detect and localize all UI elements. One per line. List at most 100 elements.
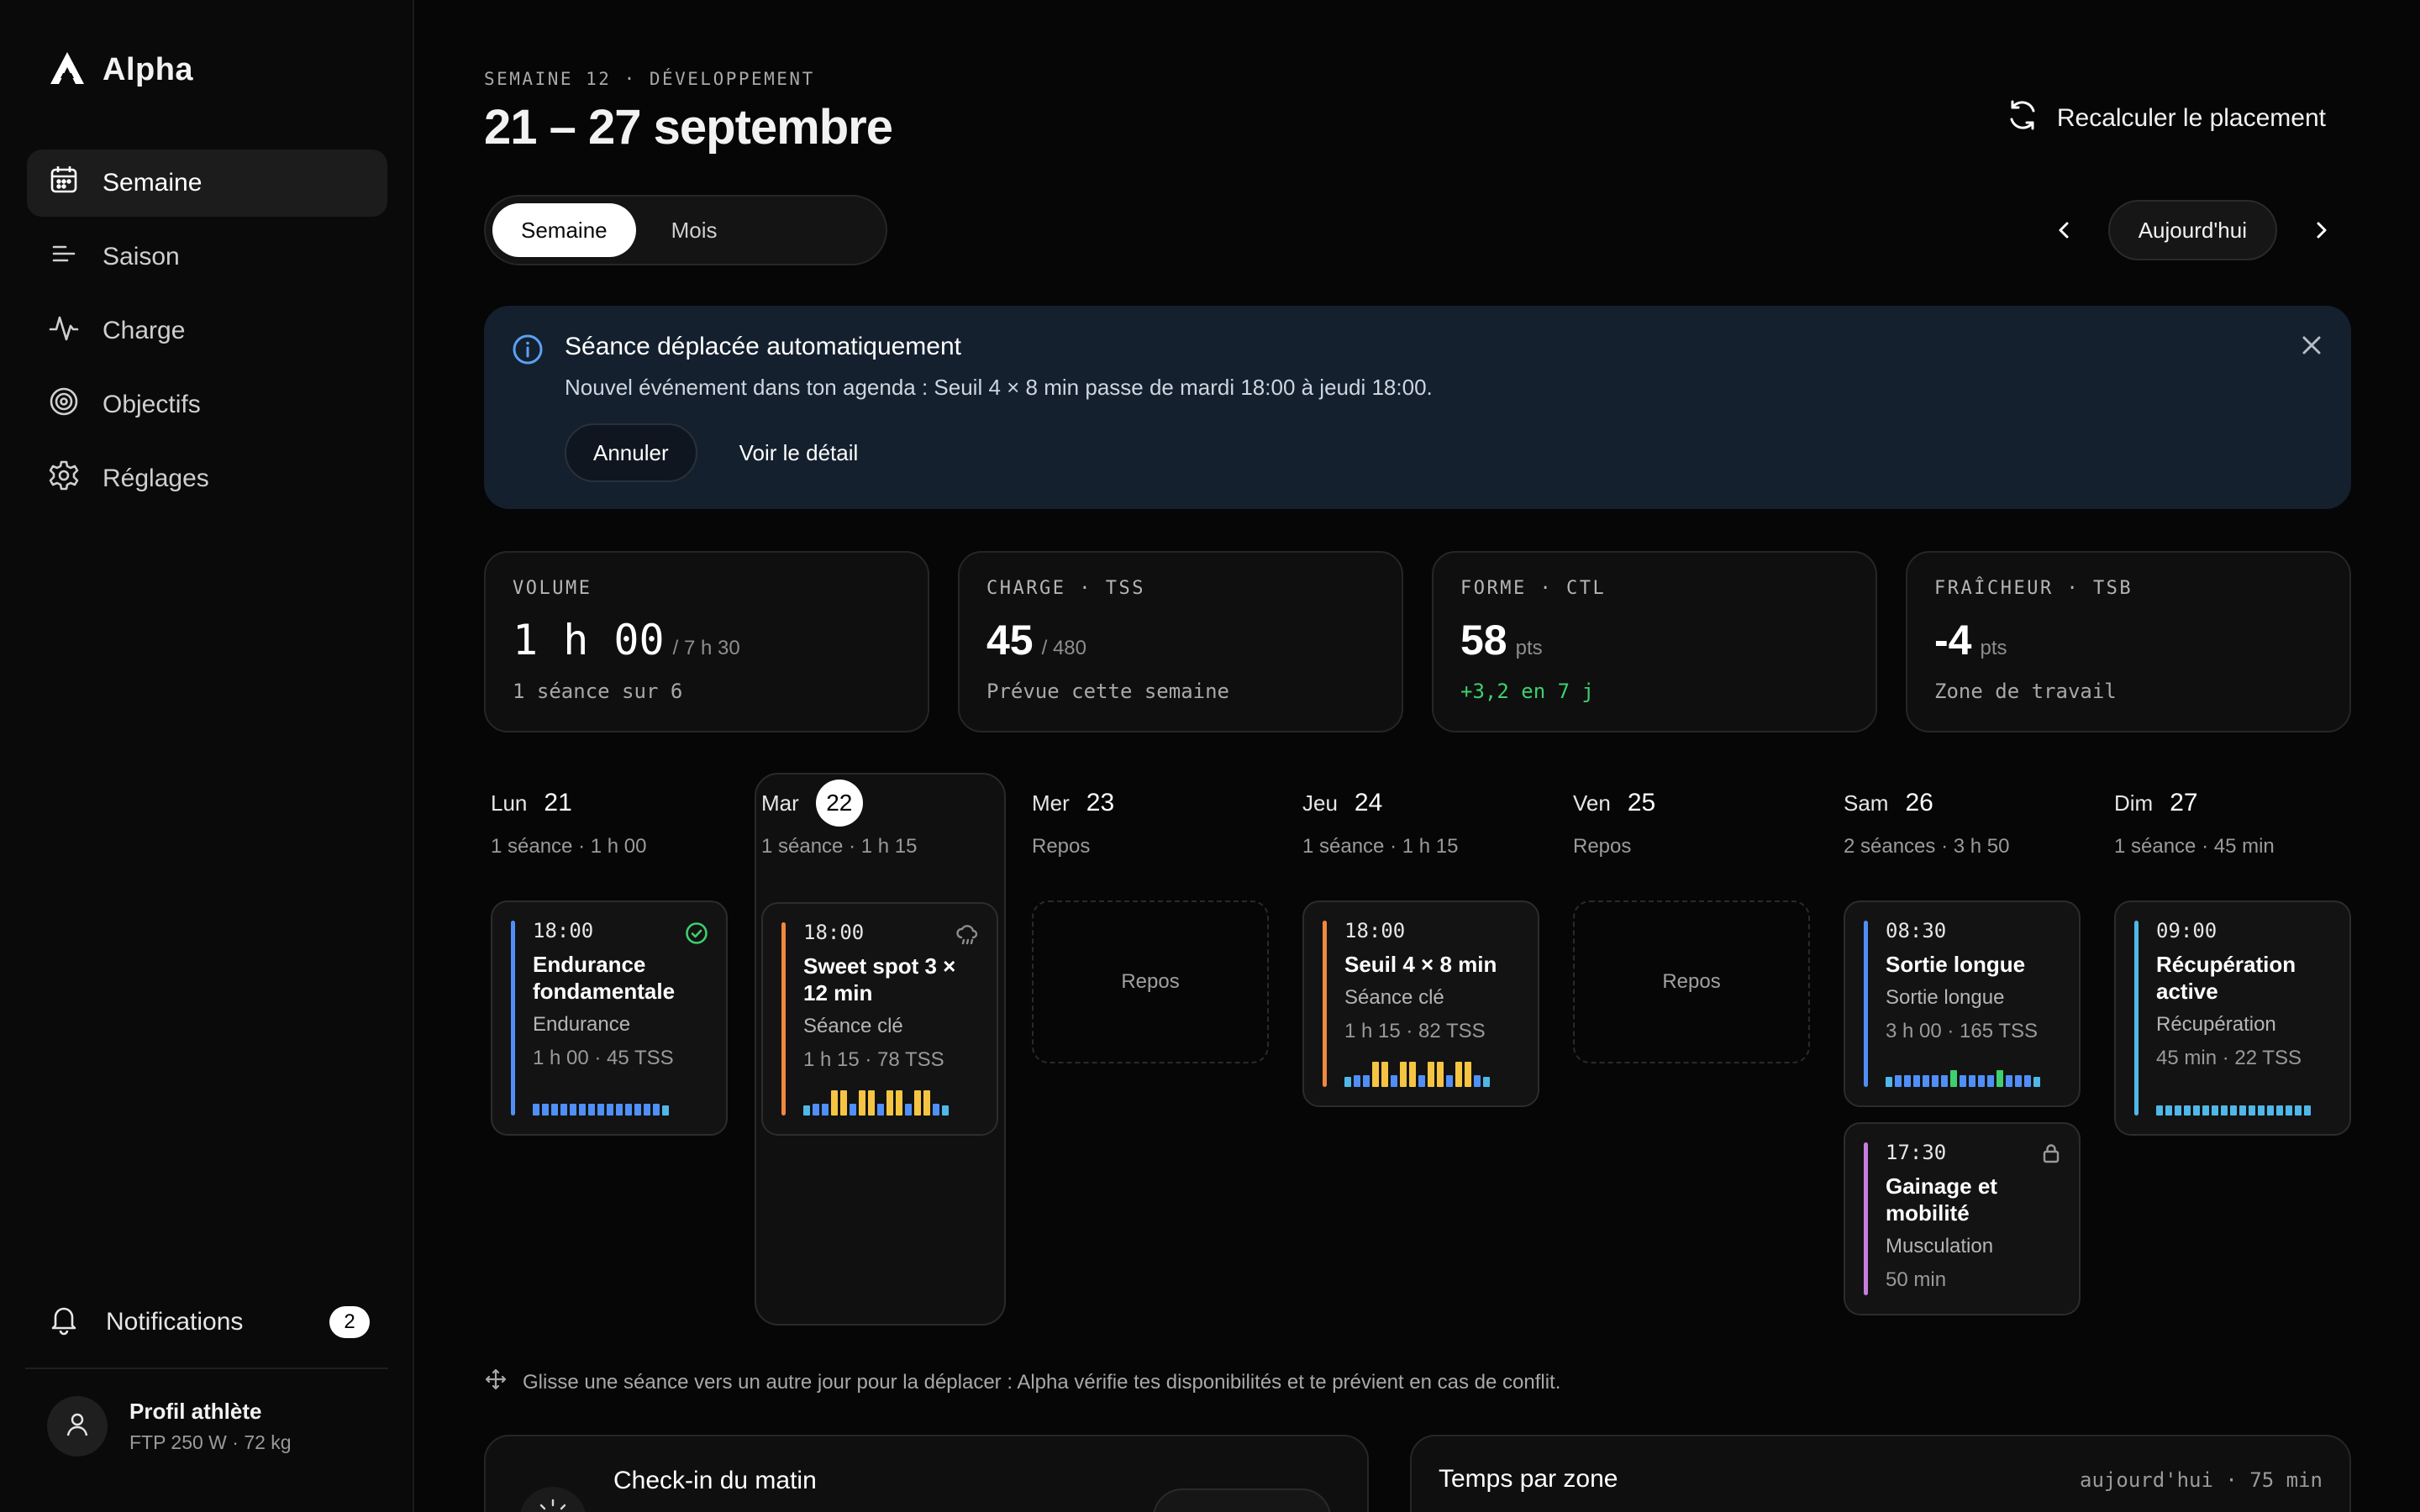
intensity-block [1344, 1077, 1351, 1087]
day-name: Lun [491, 790, 528, 816]
stat-subtext: 1 séance sur 6 [513, 680, 683, 703]
session-color-bar [511, 921, 515, 1116]
day-summary: 1 séance · 1 h 15 [1302, 835, 1459, 858]
stat-subtext: +3,2 en 7 j [1460, 680, 1594, 703]
time-in-zone-panel: Temps par zone aujourd'hui · 75 min [1410, 1435, 2351, 1512]
intensity-block [1960, 1075, 1966, 1087]
intensity-block [2239, 1105, 2246, 1116]
main-nav: Semaine Saison Charge Objectifs Réglages [27, 150, 387, 519]
day-name: Mer [1032, 790, 1070, 816]
session-card[interactable]: 09:00 Récupération active Récupération 4… [2114, 900, 2351, 1136]
intensity-block [1418, 1075, 1425, 1087]
checkin-action-button[interactable] [1153, 1488, 1331, 1512]
stat-value: 58 [1460, 617, 1507, 664]
notifications-count-badge: 2 [329, 1306, 370, 1338]
intensity-block [2175, 1105, 2181, 1116]
stat-card-charge: CHARGE · TSS 45 / 480 Prévue cette semai… [958, 551, 1403, 732]
intensity-block [1913, 1075, 1920, 1087]
sidebar-item-label: Objectifs [103, 391, 201, 418]
sidebar-item-label: Réglages [103, 465, 209, 492]
day-column-ven: Ven 25 Repos Repos [1566, 773, 1818, 1063]
session-card[interactable]: 18:00 Endurance fondamentale Endurance 1… [491, 900, 728, 1136]
session-card[interactable]: 18:00 Seuil 4 × 8 min Séance clé 1 h 15 … [1302, 900, 1539, 1107]
session-card[interactable]: 18:00 Sweet spot 3 × 12 min Séance clé 1… [761, 902, 998, 1136]
banner-title: Séance déplacée automatiquement [565, 333, 962, 360]
sidebar-item-label: Saison [103, 243, 180, 270]
day-number: 24 [1354, 789, 1383, 816]
session-card[interactable]: 17:30 Gainage et mobilité Musculation 50… [1844, 1122, 2081, 1315]
session-color-bar [1323, 921, 1327, 1087]
day-column-jeu: Jeu 24 1 séance · 1 h 15 18:00 Seuil 4 ×… [1296, 773, 1547, 1107]
intensity-block [2230, 1105, 2237, 1116]
day-name: Dim [2114, 790, 2154, 816]
banner-actions: Annuler Voir le détail [565, 423, 858, 482]
intensity-block [877, 1104, 884, 1116]
lock-icon [2040, 1142, 2062, 1168]
cancel-button[interactable]: Annuler [565, 423, 697, 482]
date-navigation: Aujourd'hui [2046, 200, 2339, 260]
move-icon [484, 1368, 508, 1397]
intensity-block [1363, 1075, 1370, 1087]
session-time: 08:30 [1886, 919, 1947, 942]
intensity-block [607, 1104, 613, 1116]
week-eyebrow: SEMAINE 12 · DÉVELOPPEMENT [484, 69, 815, 89]
sidebar-item-charge[interactable]: Charge [27, 297, 387, 365]
intensity-block [2024, 1075, 2031, 1087]
session-color-bar [1864, 921, 1868, 1087]
today-button[interactable]: Aujourd'hui [2107, 200, 2277, 260]
drag-hint-text: Glisse une séance vers un autre jour pou… [523, 1370, 1561, 1394]
stat-subtext: Prévue cette semaine [986, 680, 1229, 703]
intensity-block [850, 1104, 856, 1116]
day-column-mar: Mar 22 1 séance · 1 h 15 18:00 Sweet spo… [755, 773, 1006, 1136]
intensity-block [1996, 1070, 2003, 1087]
notifications-button[interactable]: Notifications 2 [47, 1298, 370, 1347]
day-column-sam: Sam 26 2 séances · 3 h 50 08:30 Sortie l… [1837, 773, 2088, 1315]
weekly-stats: VOLUME 1 h 00 / 7 h 30 1 séance sur 6 CH… [484, 551, 2351, 732]
session-type: Récupération [2156, 1013, 2276, 1036]
morning-checkin-panel: Check-in du matin [484, 1435, 1369, 1512]
chevron-left-icon[interactable] [2046, 212, 2083, 249]
close-icon[interactable] [2299, 333, 2324, 362]
view-details-link[interactable]: Voir le détail [739, 440, 859, 466]
recalculate-button[interactable]: Recalculer le placement [2005, 97, 2326, 139]
toggle-month[interactable]: Mois [643, 203, 746, 257]
intensity-block [859, 1090, 865, 1116]
app-name: Alpha [103, 52, 194, 87]
intensity-block [1474, 1075, 1481, 1087]
notifications-label: Notifications [106, 1308, 244, 1336]
stat-suffix: pts [1980, 637, 2007, 659]
week-calendar: Lun 21 1 séance · 1 h 00 18:00 Endurance… [484, 773, 2351, 1327]
app-logo[interactable]: Alpha [49, 50, 193, 90]
profile-details: FTP 250 W · 72 kg [129, 1431, 292, 1453]
sidebar-item-objectifs[interactable]: Objectifs [27, 371, 387, 438]
intensity-block [1455, 1062, 1462, 1087]
sidebar-item-label: Semaine [103, 169, 203, 197]
day-name: Jeu [1302, 790, 1338, 816]
intensity-block [1437, 1062, 1444, 1087]
session-card[interactable]: 08:30 Sortie longue Sortie longue 3 h 00… [1844, 900, 2081, 1107]
day-number: 25 [1627, 789, 1656, 816]
intensity-block [653, 1104, 660, 1116]
intensity-block [886, 1090, 893, 1116]
intensity-block [2295, 1105, 2302, 1116]
intensity-block [2267, 1105, 2274, 1116]
intensity-block [644, 1104, 650, 1116]
toggle-week[interactable]: Semaine [492, 203, 636, 257]
intensity-block [2193, 1105, 2200, 1116]
athlete-profile[interactable]: Profil athlète FTP 250 W · 72 kg [47, 1396, 292, 1457]
check-circle-icon [684, 921, 709, 950]
stat-card-volume: VOLUME 1 h 00 / 7 h 30 1 séance sur 6 [484, 551, 929, 732]
intensity-block [813, 1104, 819, 1116]
sidebar-item-semaine[interactable]: Semaine [27, 150, 387, 217]
stat-subtext: Zone de travail [1934, 680, 2117, 703]
view-toggle: Semaine Mois [484, 195, 887, 265]
intensity-block [933, 1104, 939, 1116]
sidebar-item-reglages[interactable]: Réglages [27, 445, 387, 512]
intensity-block [1372, 1062, 1379, 1087]
rest-day-slot: Repos [1573, 900, 1810, 1063]
sidebar-item-saison[interactable]: Saison [27, 223, 387, 291]
day-number: 27 [2170, 789, 2198, 816]
intensity-block [2212, 1105, 2218, 1116]
chevron-right-icon[interactable] [2302, 212, 2339, 249]
intensity-block [1895, 1075, 1902, 1087]
